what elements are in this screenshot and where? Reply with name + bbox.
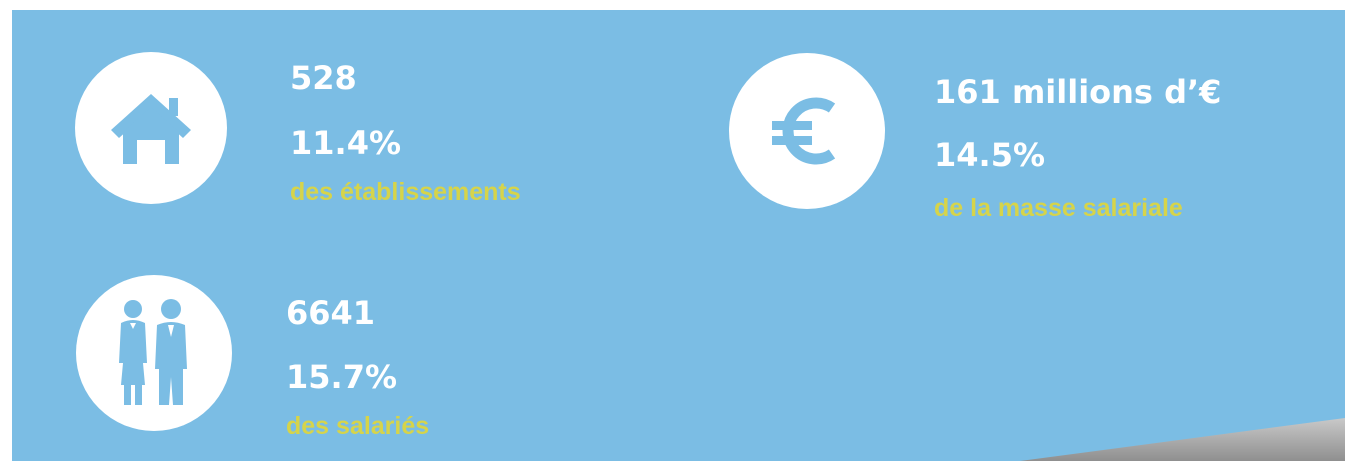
employees-icon-circle <box>76 275 232 431</box>
establishments-icon-circle <box>75 52 227 204</box>
establishments-percent: 11.4% <box>290 124 402 162</box>
employees-percent: 15.7% <box>286 358 398 396</box>
people-icon <box>119 299 187 405</box>
payroll-caption: de la masse salariale <box>934 194 1183 222</box>
employees-caption: des salariés <box>286 412 430 440</box>
payroll-percent: 14.5% <box>934 136 1046 174</box>
establishments-caption: des établissements <box>290 178 521 206</box>
employees-count: 6641 <box>286 294 376 332</box>
payroll-amount: 161 millions d’€ <box>934 73 1222 111</box>
euro-icon <box>772 97 836 165</box>
establishments-count: 528 <box>290 59 357 97</box>
payroll-icon-circle <box>729 53 885 209</box>
house-icon <box>111 94 191 164</box>
